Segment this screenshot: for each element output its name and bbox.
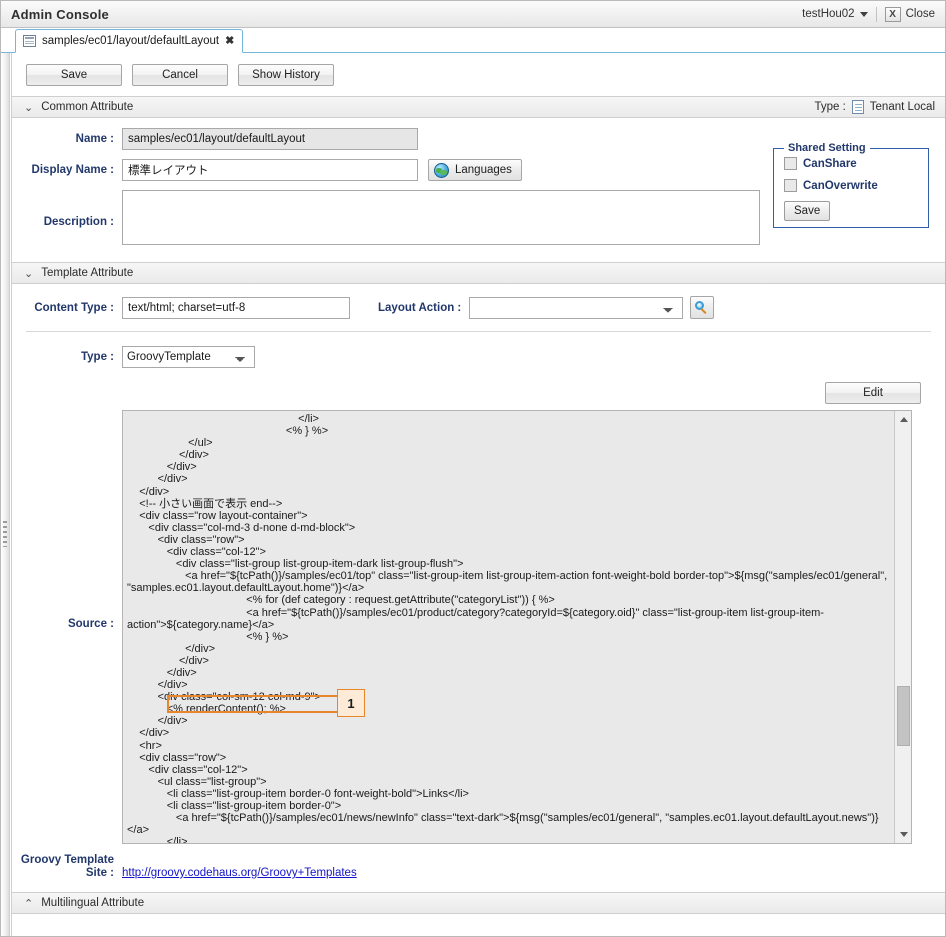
chevron-up-icon: ⌃ — [24, 897, 34, 910]
annotation-badge-1: 1 — [337, 689, 365, 717]
shared-setting-group: Shared Setting CanShare CanOverwrite Sav… — [773, 142, 929, 228]
save-button[interactable]: Save — [26, 64, 122, 86]
tenant-local-icon — [851, 100, 864, 114]
shared-setting-save-button[interactable]: Save — [784, 201, 831, 221]
close-icon: X — [884, 6, 901, 22]
type-row: Type : GroovyTemplate — [12, 346, 945, 368]
triangle-down-icon — [899, 832, 908, 837]
layout-action-label: Layout Action : — [378, 301, 462, 314]
layout-action-select[interactable] — [469, 296, 684, 319]
groovy-site-link[interactable]: http://groovy.codehaus.org/Groovy+Templa… — [122, 854, 357, 879]
source-label: Source : — [67, 618, 114, 630]
show-history-button[interactable]: Show History — [238, 64, 334, 86]
content-type-row: Content Type : Layout Action : — [12, 284, 945, 319]
splitter-grip-icon — [3, 521, 7, 547]
source-code-box[interactable]: </li> <% } %> </ul> </div> </div> </div>… — [122, 410, 912, 844]
source-code-text: </li> <% } %> </ul> </div> </div> </div>… — [127, 413, 888, 844]
shared-setting-legend: Shared Setting — [784, 142, 870, 154]
display-name-input[interactable] — [122, 159, 418, 181]
title-bar-right: testHou02 X Close — [802, 6, 945, 22]
close-button[interactable]: X Close — [884, 6, 935, 22]
section-title: Template Attribute — [41, 267, 134, 279]
content-type-label: Content Type : — [34, 301, 114, 314]
groovy-site-label-line2: Site : — [85, 867, 114, 879]
scroll-down-button[interactable] — [895, 826, 911, 843]
section-title: Multilingual Attribute — [41, 897, 145, 909]
chevron-down-icon — [859, 11, 868, 17]
name-label: Name : — [75, 133, 114, 145]
languages-button[interactable]: Languages — [428, 159, 522, 181]
scroll-up-button[interactable] — [895, 411, 911, 428]
content-pane: Save Cancel Show History ⌄ Common Attrib… — [11, 53, 945, 936]
section-header-multilingual-attribute[interactable]: ⌃ Multilingual Attribute — [12, 892, 945, 914]
user-menu-label: testHou02 — [802, 8, 855, 20]
triangle-up-icon — [899, 417, 908, 422]
template-type-select[interactable]: GroovyTemplate — [122, 346, 255, 368]
body: Save Cancel Show History ⌄ Common Attrib… — [1, 53, 945, 936]
title-bar: Admin Console testHou02 X Close — [1, 1, 945, 28]
display-name-label: Display Name : — [31, 164, 114, 176]
tab-strip: samples/ec01/layout/defaultLayout ✖ — [1, 28, 945, 53]
can-share-checkbox[interactable] — [784, 157, 797, 170]
document-icon — [23, 35, 36, 47]
search-icon — [695, 301, 705, 310]
source-scrollbar[interactable] — [894, 411, 911, 843]
section-header-template-attribute[interactable]: ⌄ Template Attribute — [12, 262, 945, 284]
languages-label: Languages — [455, 164, 512, 176]
tab-label: samples/ec01/layout/defaultLayout — [42, 35, 220, 47]
source-row: Source : </li> <% } %> </ul> </div> </di… — [12, 410, 945, 844]
scrollbar-thumb[interactable] — [897, 686, 910, 746]
type-indicator: Type : Tenant Local — [814, 100, 935, 114]
content-type-input[interactable] — [122, 296, 350, 319]
admin-console-window: Admin Console testHou02 X Close samples/… — [0, 0, 946, 937]
groovy-site-label-line1: Groovy Template — [20, 854, 114, 866]
can-overwrite-row: CanOverwrite — [784, 179, 920, 192]
edit-row: Edit — [12, 368, 945, 410]
user-menu[interactable]: testHou02 — [802, 8, 868, 20]
groovy-site-label: Groovy Template Site : — [12, 854, 122, 880]
type-value: Tenant Local — [869, 101, 935, 113]
description-textarea[interactable] — [122, 190, 760, 245]
chevron-down-icon: ⌄ — [24, 101, 34, 114]
action-toolbar: Save Cancel Show History — [12, 53, 945, 96]
close-label: Close — [905, 8, 935, 20]
section-header-common-attribute[interactable]: ⌄ Common Attribute Type : Tenant Local — [12, 96, 945, 118]
template-attribute-panel: Content Type : Layout Action : Type : Gr… — [12, 284, 945, 892]
splitter-handle[interactable] — [1, 53, 10, 936]
cancel-button[interactable]: Cancel — [132, 64, 228, 86]
can-share-label: CanShare — [803, 157, 857, 170]
layout-action-search-button[interactable] — [690, 296, 715, 319]
description-label: Description : — [43, 216, 114, 228]
divider — [875, 6, 877, 22]
edit-button[interactable]: Edit — [825, 382, 921, 404]
common-attribute-panel: Name : Display Name : Languages Descript… — [12, 118, 945, 262]
can-share-row: CanShare — [784, 157, 920, 170]
can-overwrite-checkbox[interactable] — [784, 179, 797, 192]
type-label: Type : — [814, 101, 846, 113]
section-title: Common Attribute — [41, 101, 134, 113]
page-title: Admin Console — [11, 6, 109, 22]
groovy-site-row: Groovy Template Site : http://groovy.cod… — [12, 844, 945, 892]
can-overwrite-label: CanOverwrite — [803, 179, 878, 192]
chevron-down-icon: ⌄ — [24, 267, 34, 280]
name-input[interactable] — [122, 128, 418, 150]
globe-icon — [434, 162, 449, 178]
tab-close-icon[interactable]: ✖ — [225, 35, 234, 47]
template-type-label: Type : — [80, 351, 114, 363]
divider — [26, 331, 931, 332]
tab-default-layout[interactable]: samples/ec01/layout/defaultLayout ✖ — [15, 29, 244, 53]
